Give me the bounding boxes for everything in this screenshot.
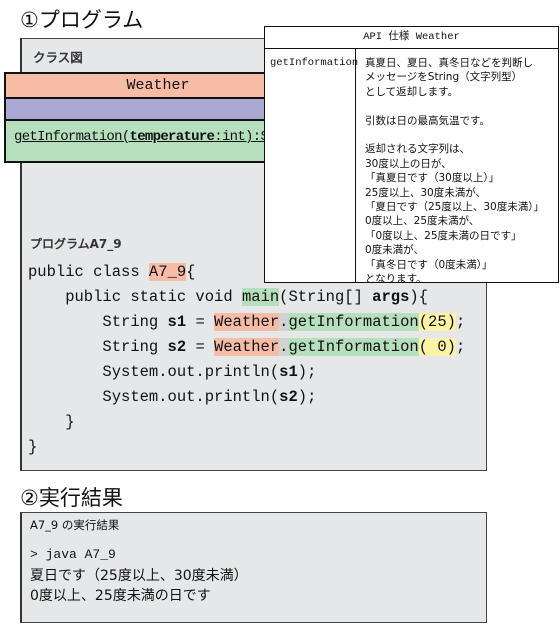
api-description-line: 真夏日、夏日、真冬日などを判断し <box>365 57 533 69</box>
api-description-line: 0度未満が、 <box>365 244 424 257</box>
program-label: プログラムA7_9 <box>30 237 122 251</box>
code-line: System.out.println(s2); <box>28 388 317 406</box>
class-diagram-label: クラス図 <box>33 50 83 65</box>
code-block: public class A7_9{ public static void ma… <box>28 260 465 460</box>
api-spec-box: API 仕様 Weather getInformation 真夏日、夏日、真冬日… <box>264 26 559 286</box>
api-description-line: 返却される文字列は、 <box>365 143 470 156</box>
api-method: getInformation <box>270 57 359 69</box>
code-line: public class A7_9{ <box>28 263 196 281</box>
param-name: temperature <box>129 129 215 145</box>
result-label: A7_9 の実行結果 <box>30 518 120 532</box>
api-description-line: 0度以上、25度未満が、 <box>365 215 480 228</box>
result-panel: A7_9 の実行結果 > java A7_9 夏日です（25度以上、30度未満）… <box>20 512 487 623</box>
code-line: String s1 = Weather.getInformation(25); <box>28 313 466 331</box>
code-line: System.out.println(s1); <box>28 363 317 381</box>
class-ref-highlight: Weather <box>214 313 280 331</box>
api-description-line: 「0度以上、25度未満の日です」 <box>365 229 522 242</box>
api-description-line <box>365 99 544 113</box>
api-description-line <box>365 128 544 142</box>
code-line: } <box>28 438 38 456</box>
class-name-highlight: A7_9 <box>148 263 187 281</box>
api-description-line: 「夏日です（25度以上、30度未満）」 <box>365 201 544 214</box>
code-line: public static void main(String[] args){ <box>28 288 428 306</box>
arg-highlight: (25) <box>418 313 456 331</box>
method-name: getInformation( <box>14 129 130 145</box>
main-highlight: main <box>241 288 280 306</box>
api-description-line: として返却します。 <box>365 85 459 98</box>
section1-title: ①プログラム <box>20 8 144 32</box>
api-description-line: 引数は日の最高気温です。 <box>365 114 490 127</box>
api-description-line: メッセージをString（文字列型） <box>365 71 523 84</box>
class-ref-highlight: Weather <box>214 338 280 356</box>
section2-title: ②実行結果 <box>20 486 123 510</box>
code-line: } <box>28 413 75 431</box>
api-description-line: 25度以上、30度未満が、 <box>365 186 487 199</box>
output-line: 夏日です（25度以上、30度未満） <box>30 568 248 584</box>
code-line: String s2 = Weather.getInformation( 0); <box>28 338 466 356</box>
result-command: > java A7_9 <box>30 547 116 562</box>
api-description-line: 30度以上の日が、 <box>365 157 452 170</box>
arg-highlight: ( 0) <box>418 338 456 356</box>
api-description: 真夏日、夏日、真冬日などを判断し メッセージをString（文字列型） として返却し… <box>365 56 544 286</box>
api-description-line: 「真夏日です（30度以上）」 <box>365 172 500 185</box>
uml-method: getInformation(temperature:int):String <box>14 129 307 145</box>
result-output: 夏日です（25度以上、30度未満） 0度以上、25度未満の日です <box>30 566 248 606</box>
api-header: API 仕様 Weather <box>265 27 558 49</box>
method-highlight: getInformation <box>288 338 419 356</box>
method-highlight: getInformation <box>288 313 419 331</box>
api-divider <box>355 49 356 282</box>
output-line: 0度以上、25度未満の日です <box>30 588 211 604</box>
